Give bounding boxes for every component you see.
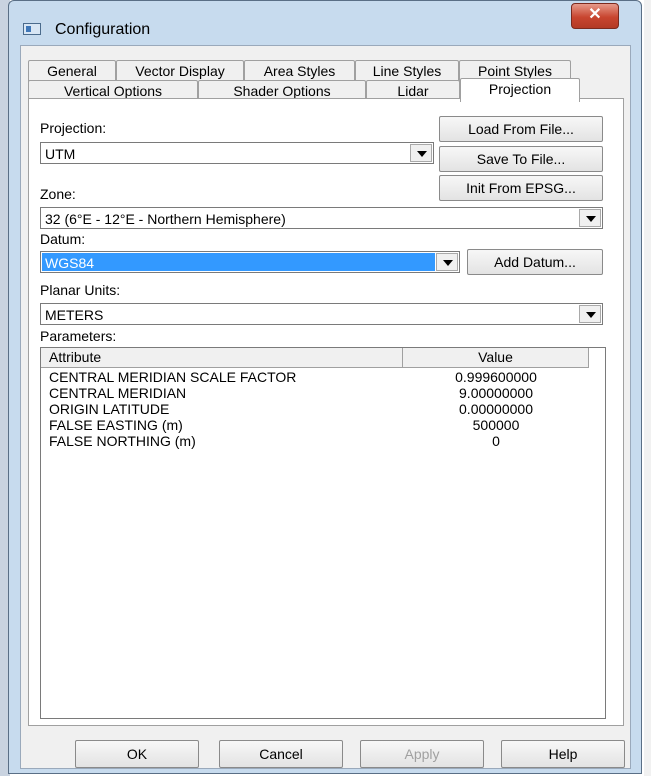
window-app-icon bbox=[23, 23, 41, 35]
desktop-background-right bbox=[644, 0, 651, 776]
table-row[interactable]: ORIGIN LATITUDE 0.00000000 bbox=[41, 401, 601, 417]
column-attribute[interactable]: Attribute bbox=[41, 348, 403, 368]
projection-value: UTM bbox=[45, 146, 76, 162]
tab-vector-display[interactable]: Vector Display bbox=[116, 60, 244, 82]
projection-panel: Projection: UTM Load From File... Save T… bbox=[28, 98, 624, 726]
chevron-down-icon[interactable] bbox=[579, 209, 601, 227]
close-button[interactable]: ✕ bbox=[571, 3, 619, 29]
parameters-list[interactable]: Attribute Value CENTRAL MERIDIAN SCALE F… bbox=[40, 347, 606, 719]
chevron-down-icon[interactable] bbox=[410, 144, 432, 162]
row-attribute: CENTRAL MERIDIAN SCALE FACTOR bbox=[49, 369, 297, 385]
tab-line-styles[interactable]: Line Styles bbox=[355, 60, 459, 82]
dialog-client-area: General Vector Display Area Styles Line … bbox=[20, 45, 631, 769]
init-from-epsg-button[interactable]: Init From EPSG... bbox=[439, 175, 603, 201]
title-bar[interactable]: Configuration ✕ bbox=[9, 1, 641, 45]
row-value: 0.00000000 bbox=[459, 401, 533, 417]
chevron-down-icon[interactable] bbox=[436, 253, 458, 271]
table-row[interactable]: FALSE EASTING (m) 500000 bbox=[41, 417, 601, 433]
row-value: 500000 bbox=[472, 417, 520, 433]
cancel-button[interactable]: Cancel bbox=[219, 740, 343, 768]
row-attribute: FALSE NORTHING (m) bbox=[49, 433, 196, 449]
projection-select[interactable]: UTM bbox=[40, 142, 434, 164]
planar-units-value: METERS bbox=[45, 307, 104, 323]
close-icon: ✕ bbox=[588, 6, 602, 23]
row-attribute: CENTRAL MERIDIAN bbox=[49, 385, 187, 401]
zone-select[interactable]: 32 (6°E - 12°E - Northern Hemisphere) bbox=[40, 207, 603, 229]
row-value: 9.00000000 bbox=[459, 385, 533, 401]
row-value: 0 bbox=[492, 433, 500, 449]
row-attribute: FALSE EASTING (m) bbox=[49, 417, 183, 433]
add-datum-button[interactable]: Add Datum... bbox=[467, 249, 603, 275]
parameters-header: Attribute Value bbox=[41, 348, 603, 368]
zone-value: 32 (6°E - 12°E - Northern Hemisphere) bbox=[45, 211, 286, 227]
parameters-label: Parameters: bbox=[40, 328, 117, 344]
column-value[interactable]: Value bbox=[403, 348, 589, 368]
ok-button[interactable]: OK bbox=[75, 740, 199, 768]
apply-button[interactable]: Apply bbox=[360, 740, 484, 768]
datum-value: WGS84 bbox=[42, 253, 435, 271]
row-attribute: ORIGIN LATITUDE bbox=[49, 401, 170, 417]
help-button[interactable]: Help bbox=[501, 740, 625, 768]
tab-projection[interactable]: Projection bbox=[460, 78, 580, 102]
projection-label: Projection: bbox=[40, 120, 107, 136]
tab-general[interactable]: General bbox=[28, 60, 116, 82]
table-row[interactable]: CENTRAL MERIDIAN 9.00000000 bbox=[41, 385, 601, 401]
zone-label: Zone: bbox=[40, 186, 76, 202]
table-row[interactable]: FALSE NORTHING (m) 0 bbox=[41, 433, 601, 449]
load-from-file-button[interactable]: Load From File... bbox=[439, 116, 603, 142]
window-title: Configuration bbox=[55, 21, 151, 38]
chevron-down-icon[interactable] bbox=[579, 305, 601, 323]
save-to-file-button[interactable]: Save To File... bbox=[439, 146, 603, 172]
configuration-dialog: Configuration ✕ General Vector Display A… bbox=[8, 0, 642, 774]
datum-label: Datum: bbox=[40, 231, 86, 247]
row-value: 0.999600000 bbox=[455, 369, 537, 385]
table-row[interactable]: CENTRAL MERIDIAN SCALE FACTOR 0.99960000… bbox=[41, 369, 601, 385]
tab-area-styles[interactable]: Area Styles bbox=[244, 60, 355, 82]
datum-select[interactable]: WGS84 bbox=[40, 251, 460, 273]
planar-units-select[interactable]: METERS bbox=[40, 303, 603, 325]
planar-units-label: Planar Units: bbox=[40, 282, 121, 298]
